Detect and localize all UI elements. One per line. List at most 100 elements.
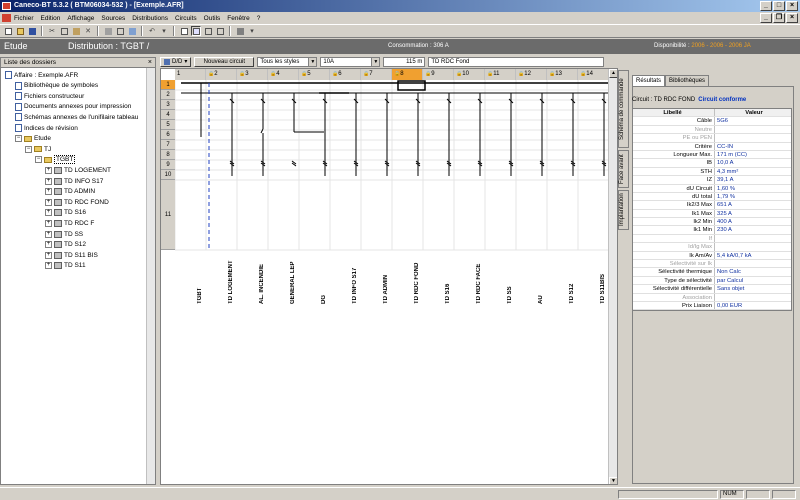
row-header[interactable]: 11 <box>161 180 175 250</box>
column-header[interactable]: 🔒2 <box>206 69 237 80</box>
collapse-icon[interactable]: − <box>25 145 32 153</box>
tree-item[interactable]: Fichiers constructeur <box>15 91 84 101</box>
tree-item[interactable]: + TD INFO S17 <box>45 176 103 186</box>
circuit-name[interactable]: TD SS <box>507 249 513 304</box>
tab-face-avant[interactable]: Face avant <box>618 150 629 188</box>
column-header[interactable]: 🔒5 <box>299 69 330 80</box>
expand-icon[interactable]: + <box>45 219 52 227</box>
column-header[interactable]: 1 <box>175 69 206 80</box>
tree-item[interactable]: + TD S11 BIS <box>45 250 98 260</box>
distribution-grid[interactable]: 1 🔒2 🔒3 🔒4 🔒5 🔒6 🔒7 🔒8 🔒9 🔒10 🔒11 🔒12 🔒1… <box>160 68 618 485</box>
expand-icon[interactable]: + <box>45 262 52 270</box>
menu-fenetre[interactable]: Fenêtre <box>227 15 249 22</box>
tree-item[interactable]: + TD RDC F <box>45 218 94 228</box>
circuit-name[interactable]: TD RDC FOND <box>414 249 420 304</box>
circuit-name[interactable]: TD S11BIS <box>600 249 606 304</box>
column-header[interactable]: 🔒14 <box>578 69 609 80</box>
column-header[interactable]: 🔒7 <box>361 69 392 80</box>
circuit-name[interactable]: TD RDC FACE <box>476 249 482 304</box>
circuit-name[interactable]: AL. INCENDIE <box>259 249 265 304</box>
row-header[interactable]: 5 <box>161 120 175 130</box>
tree-item[interactable]: + TD RDC FOND <box>45 197 109 207</box>
circuit-name[interactable]: TD S12 <box>569 249 575 304</box>
close-button[interactable]: × <box>786 1 798 11</box>
grid-scrollbar[interactable]: ▲ ▼ <box>608 69 617 484</box>
tree-item[interactable]: Bibliothèque de symboles <box>15 81 98 91</box>
column-header[interactable]: 🔒10 <box>454 69 485 80</box>
schema-icon[interactable] <box>215 26 225 36</box>
expand-icon[interactable]: + <box>45 251 52 259</box>
circuit-name[interactable]: TD INFO S17 <box>352 249 358 304</box>
list-view-icon[interactable] <box>203 26 213 36</box>
column-header[interactable]: 🔒11 <box>485 69 516 80</box>
tree-item[interactable]: + TD S11 <box>45 261 86 271</box>
calculate-icon[interactable] <box>235 26 245 36</box>
export-icon[interactable] <box>127 26 137 36</box>
tree-item[interactable]: − TJ <box>25 144 51 154</box>
rating-select[interactable]: 10A ▼ <box>320 57 381 67</box>
view-mode-button[interactable]: D/D ▾ <box>160 57 192 67</box>
preview-icon[interactable] <box>115 26 125 36</box>
row-header[interactable]: 2 <box>161 90 175 100</box>
menu-edition[interactable]: Edition <box>41 15 61 22</box>
column-header[interactable]: 🔒9 <box>423 69 454 80</box>
tab-implantation[interactable]: Implantation <box>618 190 629 230</box>
menu-affichage[interactable]: Affichage <box>67 15 94 22</box>
tab-bibliotheques[interactable]: Bibliothèques <box>665 75 710 86</box>
tree-item[interactable]: Affaire : Exemple.AFR <box>5 70 78 80</box>
tree-item[interactable]: + TD LOGEMENT <box>45 165 111 175</box>
menu-circuits[interactable]: Circuits <box>175 15 197 22</box>
print-icon[interactable] <box>103 26 113 36</box>
circuit-name[interactable]: TD S16 <box>445 249 451 304</box>
collapse-icon[interactable]: − <box>35 156 42 164</box>
expand-icon[interactable]: + <box>45 177 52 185</box>
expand-icon[interactable]: + <box>45 166 52 174</box>
tree-item[interactable]: + TD S12 <box>45 240 86 250</box>
save-icon[interactable] <box>27 26 37 36</box>
tab-schema-commande[interactable]: Schéma de commande <box>618 70 629 148</box>
menu-fichier[interactable]: Fichier <box>14 15 34 22</box>
collapse-icon[interactable]: − <box>15 135 22 143</box>
new-circuit-button[interactable]: Nouveau circuit <box>194 57 255 67</box>
maximize-button[interactable]: □ <box>773 1 785 11</box>
new-icon[interactable] <box>3 26 13 36</box>
table-view-icon[interactable] <box>179 26 189 36</box>
doc-minimize-button[interactable]: _ <box>760 13 772 23</box>
dropdown-icon[interactable]: ▾ <box>159 26 169 36</box>
expand-icon[interactable]: + <box>45 241 52 249</box>
circuit-name[interactable]: GENERAL LEP <box>290 249 296 304</box>
cut-icon[interactable]: ✂ <box>47 26 57 36</box>
row-header[interactable]: 9 <box>161 160 175 170</box>
tree-item[interactable]: + TD S16 <box>45 208 86 218</box>
circuit-name[interactable]: DG <box>321 249 327 304</box>
expand-icon[interactable]: + <box>45 198 52 206</box>
options-dropdown-icon[interactable]: ▾ <box>247 26 257 36</box>
row-header[interactable]: 1 <box>161 80 175 90</box>
row-header[interactable]: 6 <box>161 130 175 140</box>
undo-icon[interactable]: ↶ <box>147 26 157 36</box>
menu-outils[interactable]: Outils <box>204 15 221 22</box>
document-icon[interactable] <box>2 14 11 22</box>
scroll-down-icon[interactable]: ▼ <box>609 477 617 484</box>
doc-close-button[interactable]: × <box>786 13 798 23</box>
row-header[interactable]: 8 <box>161 150 175 160</box>
row-header[interactable]: 10 <box>161 170 175 180</box>
tab-resultats[interactable]: Résultats <box>632 75 666 86</box>
tree-item[interactable]: − TGBT <box>35 155 76 165</box>
open-icon[interactable] <box>15 26 25 36</box>
close-icon[interactable]: × <box>148 58 152 68</box>
row-header[interactable]: 3 <box>161 100 175 110</box>
tree-scrollbar[interactable] <box>146 68 155 484</box>
tree-item[interactable]: Indices de révision <box>15 123 78 133</box>
row-header[interactable]: 7 <box>161 140 175 150</box>
column-header[interactable]: 🔒3 <box>237 69 268 80</box>
minimize-button[interactable]: _ <box>760 1 772 11</box>
column-header[interactable]: 🔒13 <box>547 69 578 80</box>
row-header[interactable]: 4 <box>161 110 175 120</box>
style-select[interactable]: Tous les styles ▼ <box>257 57 318 67</box>
tree-item[interactable]: Schémas annexes de l'unifilaire tableau <box>15 112 138 122</box>
tree-item[interactable]: − Etude <box>15 134 51 144</box>
tree-item[interactable]: + TD SS <box>45 229 83 239</box>
column-header[interactable]: 🔒8 <box>392 69 423 80</box>
menu-distributions[interactable]: Distributions <box>132 15 168 22</box>
